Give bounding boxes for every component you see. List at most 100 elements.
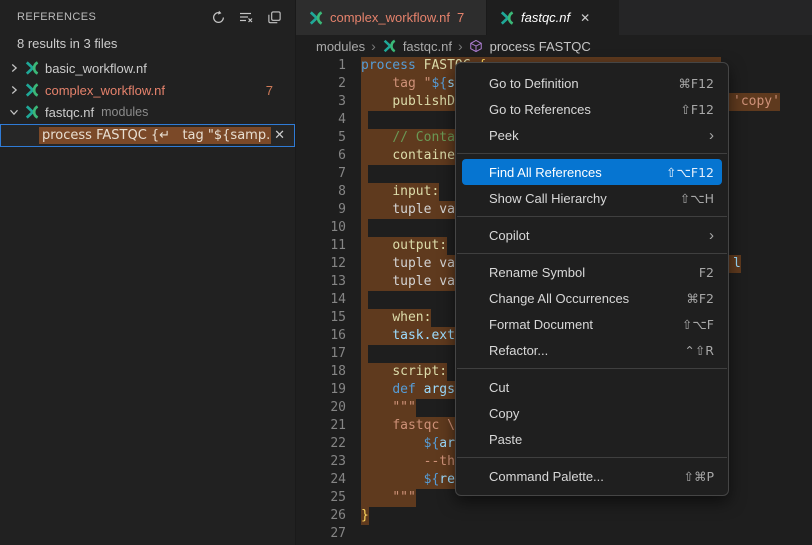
results-summary: 8 results in 3 files [0, 34, 295, 57]
menu-item-label: Go to Definition [489, 76, 579, 91]
menu-item-shortcut: ⇧⌘P [683, 469, 714, 484]
copy-all-icon[interactable] [263, 6, 285, 28]
menu-item-shortcut: ⌃⇧R [684, 343, 714, 358]
menu-item-shortcut: ⌘F12 [678, 76, 714, 91]
range-highlight [361, 165, 368, 183]
menu-item-label: Find All References [489, 165, 602, 180]
code-line-27[interactable]: 27 [296, 525, 812, 543]
tab-label: complex_workflow.nf [330, 10, 450, 25]
menu-item-copy[interactable]: Copy [462, 400, 722, 426]
menu-item-cut[interactable]: Cut [462, 374, 722, 400]
breadcrumb-item-file[interactable]: fastqc.nf [403, 39, 452, 54]
menu-item-paste[interactable]: Paste [462, 426, 722, 452]
menu-item-label: Show Call Hierarchy [489, 191, 607, 206]
menu-item-change-all-occurrences[interactable]: Change All Occurrences⌘F2 [462, 285, 722, 311]
menu-item-label: Go to References [489, 102, 591, 117]
line-text: } [361, 507, 369, 525]
line-number: 18 [296, 363, 361, 381]
menu-separator [457, 457, 727, 458]
line-number: 3 [296, 93, 361, 111]
nextflow-file-icon [24, 60, 40, 76]
menu-item-label: Change All Occurrences [489, 291, 629, 306]
code-line-26[interactable]: 26} [296, 507, 812, 525]
tab-complex-workflow[interactable]: complex_workflow.nf 7 [296, 0, 487, 35]
line-number: 19 [296, 381, 361, 399]
menu-item-copilot[interactable]: Copilot› [462, 222, 722, 248]
nextflow-file-icon [24, 82, 40, 98]
refresh-icon[interactable] [207, 6, 229, 28]
vscode-window: REFERENCES 8 results in 3 files basic_wo… [0, 0, 812, 545]
tab-fastqc[interactable]: fastqc.nf ✕ [487, 0, 619, 35]
line-number: 4 [296, 111, 361, 129]
reference-preview-text: process FASTQC {↵ tag "${samp... [39, 127, 271, 144]
chevron-right-icon[interactable] [6, 82, 22, 98]
line-number: 12 [296, 255, 361, 273]
tab-label: fastqc.nf [521, 10, 570, 25]
line-text: when: [361, 309, 431, 327]
menu-item-shortcut: ⇧F12 [680, 102, 714, 117]
line-number: 21 [296, 417, 361, 435]
line-number: 8 [296, 183, 361, 201]
menu-item-label: Format Document [489, 317, 593, 332]
line-text: fastqc \ [361, 417, 455, 435]
file-name-label: fastqc.nf [45, 105, 94, 120]
menu-item-label: Refactor... [489, 343, 548, 358]
range-highlight [361, 219, 368, 237]
line-number: 15 [296, 309, 361, 327]
clear-all-icon[interactable] [235, 6, 257, 28]
line-text: script: [361, 363, 447, 381]
nextflow-file-icon [382, 39, 397, 54]
line-number: 7 [296, 165, 361, 183]
menu-item-command-palette[interactable]: Command Palette... ⇧⌘P [462, 463, 722, 489]
line-text: """ [361, 399, 416, 417]
breadcrumb-item-modules[interactable]: modules [316, 39, 365, 54]
menu-item-show-call-hierarchy[interactable]: Show Call Hierarchy ⇧⌥H [462, 185, 722, 211]
file-row-fastqc-nf[interactable]: fastqc.nf modules [0, 101, 295, 123]
context-menu: Go to Definition ⌘F12 Go to References ⇧F12… [455, 62, 729, 496]
breadcrumb-separator: › [371, 38, 376, 54]
chevron-right-icon[interactable] [6, 60, 22, 76]
line-number: 2 [296, 75, 361, 93]
file-row-complex-workflow-nf[interactable]: complex_workflow.nf7 [0, 79, 295, 101]
menu-item-label: Peek [489, 128, 519, 143]
line-number: 17 [296, 345, 361, 363]
submenu-chevron-icon: › [709, 228, 714, 243]
line-number: 10 [296, 219, 361, 237]
menu-item-go-to-references[interactable]: Go to References ⇧F12 [462, 96, 722, 122]
menu-item-shortcut: ⇧⌥F [682, 317, 714, 332]
line-text-tail: l [729, 255, 741, 273]
chevron-down-icon[interactable] [6, 104, 22, 120]
line-number: 6 [296, 147, 361, 165]
references-panel-title: REFERENCES [17, 11, 96, 23]
editor-group: complex_workflow.nf 7 fastqc.nf ✕ module… [296, 0, 812, 545]
menu-item-shortcut: ⇧⌥F12 [666, 165, 714, 180]
reference-result-row[interactable]: process FASTQC {↵ tag "${samp... ✕ [0, 124, 295, 147]
menu-item-find-all-references[interactable]: Find All References ⇧⌥F12 [462, 159, 722, 185]
references-panel-header: REFERENCES [0, 0, 295, 34]
breadcrumb: modules › fastqc.nf › process FASTQC [296, 35, 812, 57]
menu-item-go-to-definition[interactable]: Go to Definition ⌘F12 [462, 70, 722, 96]
results-tree: basic_workflow.nfcomplex_workflow.nf7fas… [0, 57, 295, 123]
menu-item-refactor[interactable]: Refactor... ⌃⇧R [462, 337, 722, 363]
menu-item-shortcut: F2 [699, 265, 714, 280]
file-row-basic-workflow-nf[interactable]: basic_workflow.nf [0, 57, 295, 79]
menu-item-shortcut: ⇧⌥H [680, 191, 714, 206]
breadcrumb-item-symbol[interactable]: process FASTQC [490, 39, 591, 54]
dismiss-reference-icon[interactable]: ✕ [274, 128, 285, 143]
menu-item-format-document[interactable]: Format Document ⇧⌥F [462, 311, 722, 337]
line-number: 11 [296, 237, 361, 255]
line-number: 16 [296, 327, 361, 345]
line-number: 22 [296, 435, 361, 453]
menu-item-label: Cut [489, 380, 509, 395]
menu-separator [457, 216, 727, 217]
menu-item-label: Command Palette... [489, 469, 604, 484]
line-text: input: [361, 183, 439, 201]
line-text-tail: 'copy' [729, 93, 780, 111]
line-number: 26 [296, 507, 361, 525]
menu-item-peek[interactable]: Peek› [462, 122, 722, 148]
symbol-cube-icon [469, 39, 484, 54]
menu-item-rename-symbol[interactable]: Rename SymbolF2 [462, 259, 722, 285]
file-name-label: basic_workflow.nf [45, 61, 147, 76]
close-tab-icon[interactable]: ✕ [580, 11, 590, 25]
file-path-description: modules [101, 105, 148, 119]
